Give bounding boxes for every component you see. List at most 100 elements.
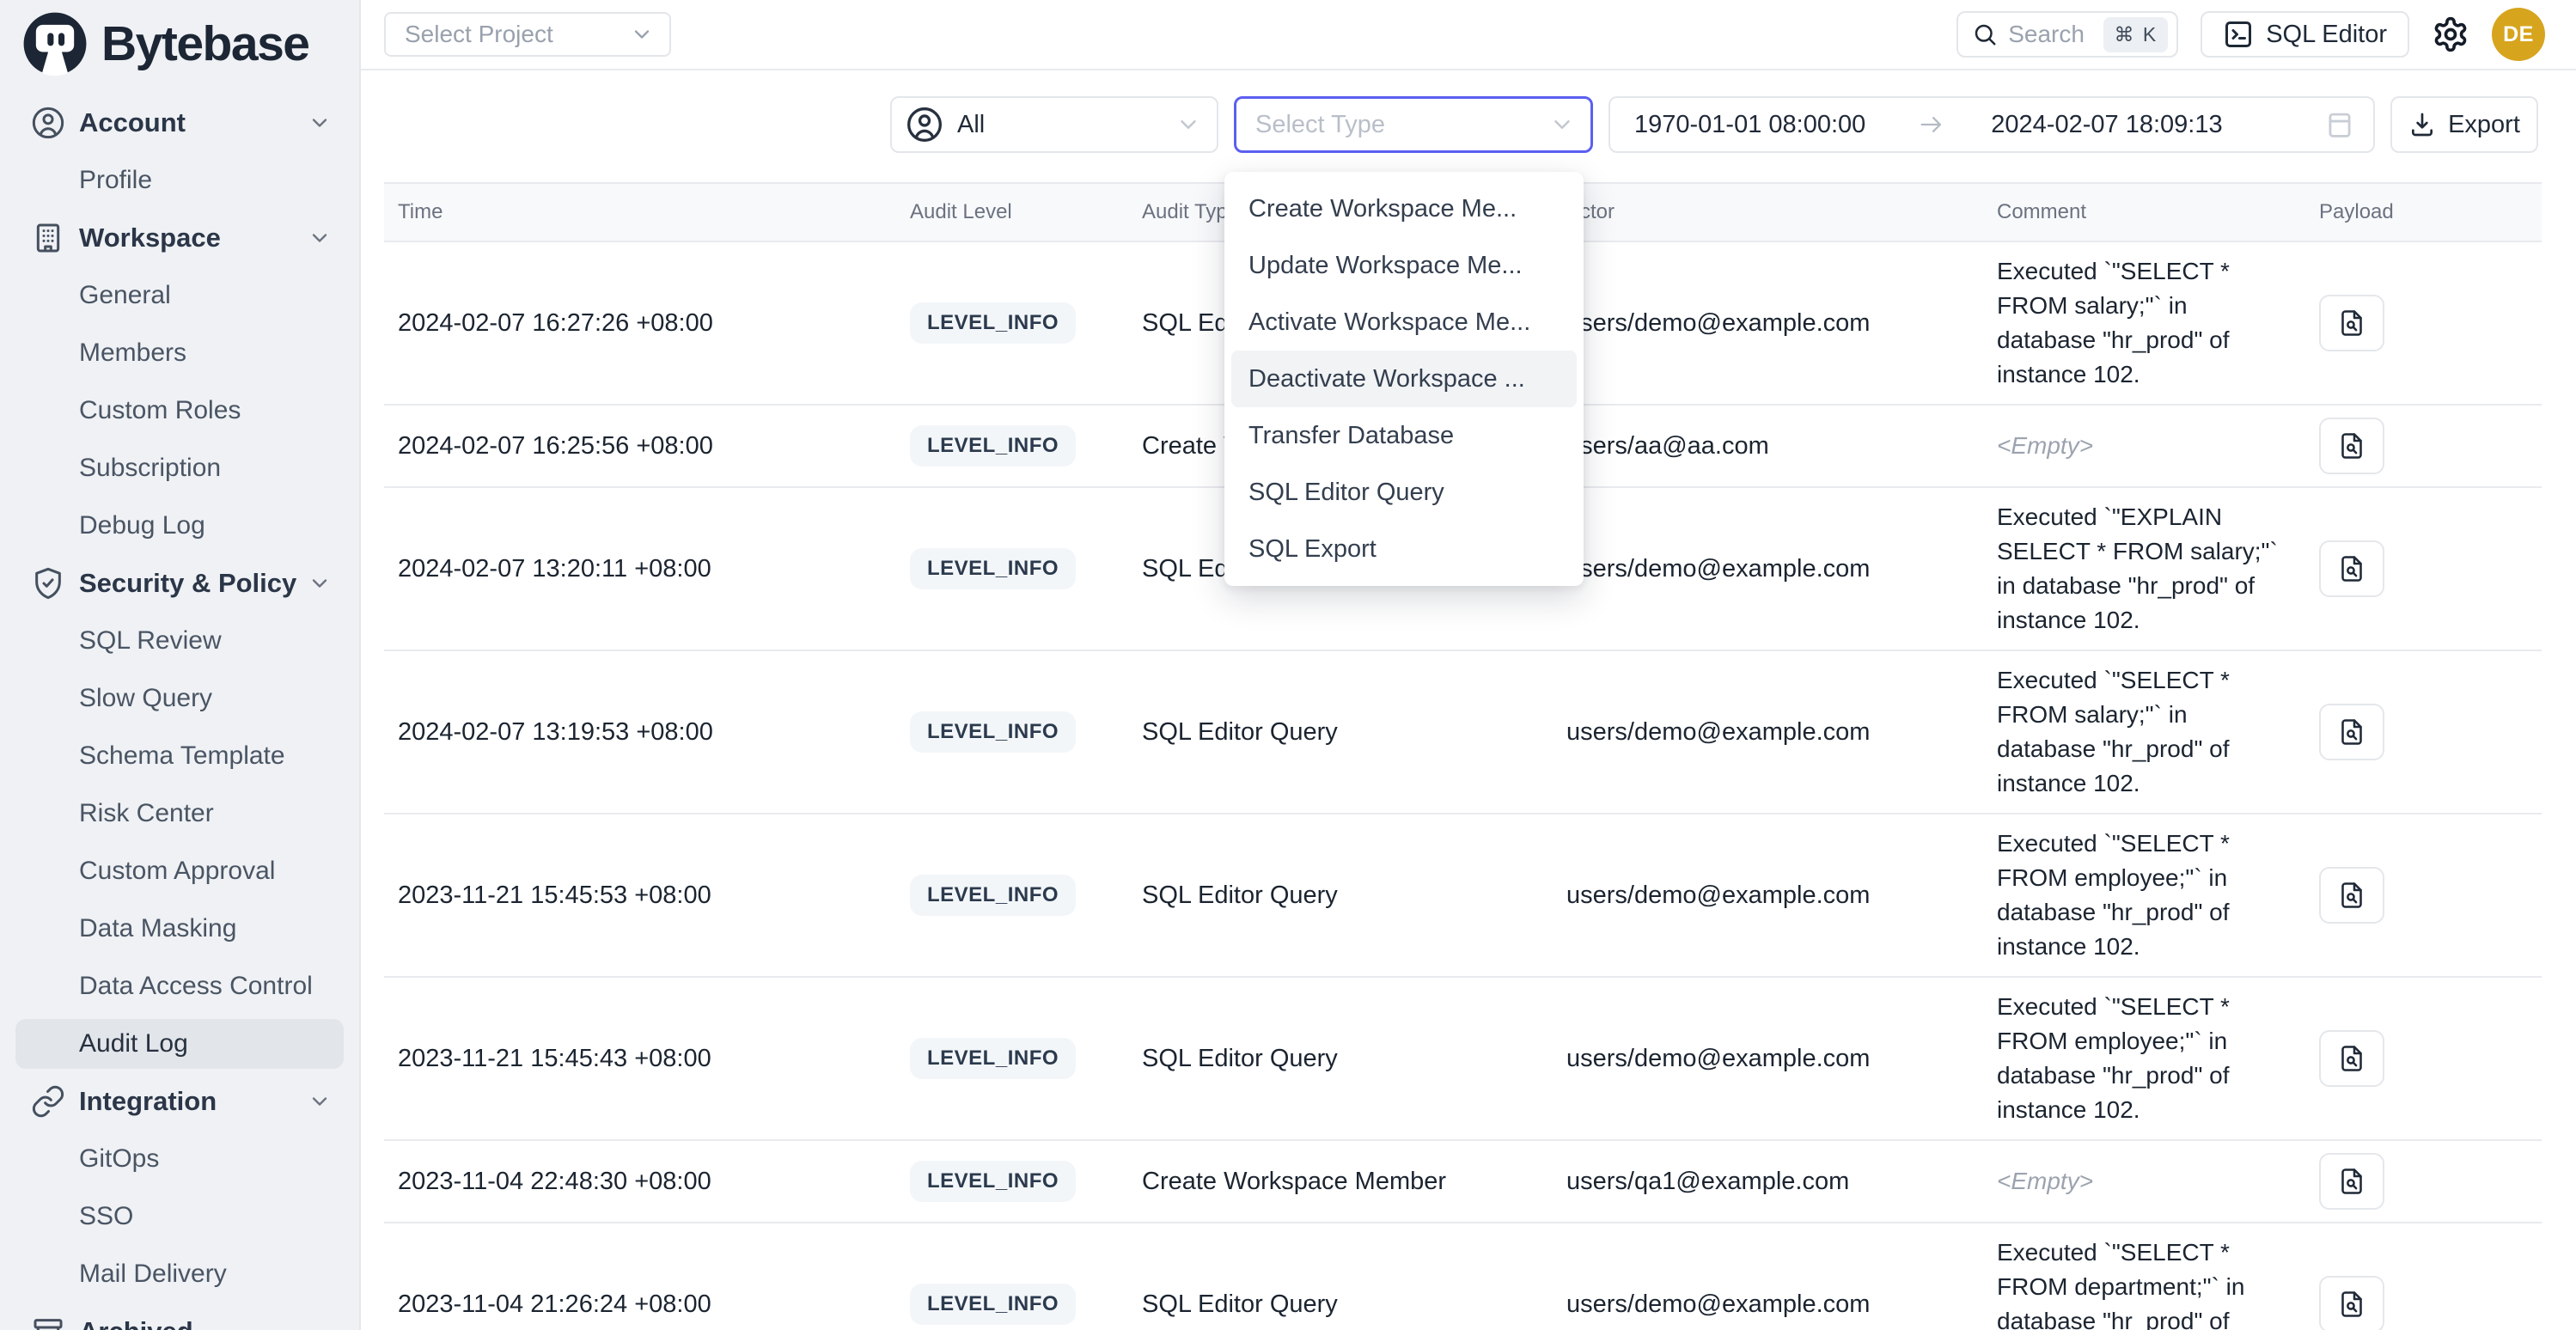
sidebar-item-sso[interactable]: SSO — [15, 1192, 344, 1242]
sidebar-item-risk-center[interactable]: Risk Center — [15, 789, 344, 839]
type-option-create-workspace-me[interactable]: Create Workspace Me... — [1231, 180, 1577, 237]
cell-comment: <Empty> — [1983, 1164, 2305, 1199]
top-bar: Select Project Search ⌘ K SQL Editor DE — [361, 0, 2576, 70]
type-filter-placeholder: Select Type — [1255, 111, 1385, 139]
sidebar-group-label: Integration — [79, 1086, 217, 1117]
sidebar-item-subscription[interactable]: Subscription — [15, 443, 344, 493]
sidebar-item-gitops[interactable]: GitOps — [15, 1134, 344, 1184]
sidebar-item-sql-review[interactable]: SQL Review — [15, 616, 344, 666]
cell-audit-level: LEVEL_INFO — [896, 875, 1128, 916]
sidebar-item-label: Data Masking — [79, 914, 236, 943]
avatar[interactable]: DE — [2492, 8, 2545, 61]
view-payload-button[interactable] — [2319, 418, 2384, 474]
sidebar-item-label: Data Access Control — [79, 972, 313, 1001]
view-payload-button[interactable] — [2319, 1276, 2384, 1330]
sidebar-item-schema-template[interactable]: Schema Template — [15, 731, 344, 781]
audit-level-badge: LEVEL_INFO — [910, 711, 1076, 753]
type-option-transfer-database[interactable]: Transfer Database — [1231, 407, 1577, 464]
sidebar-item-data-access-control[interactable]: Data Access Control — [15, 961, 344, 1011]
table-row: 2024-02-07 13:19:53 +08:00 LEVEL_INFO SQL … — [384, 651, 2542, 814]
cell-audit-level: LEVEL_INFO — [896, 1284, 1128, 1325]
view-payload-button[interactable] — [2319, 295, 2384, 351]
export-button[interactable]: Export — [2390, 96, 2538, 153]
sidebar-item-label: Debug Log — [79, 511, 205, 540]
sidebar-item-general[interactable]: General — [15, 271, 344, 320]
view-payload-button[interactable] — [2319, 540, 2384, 597]
sidebar-item-data-masking[interactable]: Data Masking — [15, 904, 344, 954]
cell-audit-level: LEVEL_INFO — [896, 711, 1128, 753]
cell-time: 2024-02-07 13:20:11 +08:00 — [384, 555, 896, 583]
cell-payload — [2305, 418, 2542, 474]
cell-comment: Executed `"SELECT * FROM employee;"` in … — [1983, 990, 2305, 1127]
sidebar-item-custom-approval[interactable]: Custom Approval — [15, 846, 344, 896]
sidebar-group-archived[interactable]: Archived — [15, 1307, 344, 1330]
type-option-activate-workspace-me[interactable]: Activate Workspace Me... — [1231, 294, 1577, 351]
column-header-actor: Actor — [1553, 200, 1983, 224]
brand-logo[interactable]: Bytebase — [0, 0, 359, 86]
cell-time: 2024-02-07 13:19:53 +08:00 — [384, 718, 896, 747]
sidebar-item-profile[interactable]: Profile — [15, 156, 344, 205]
sidebar-item-mail-delivery[interactable]: Mail Delivery — [15, 1249, 344, 1299]
sql-editor-button[interactable]: SQL Editor — [2201, 11, 2409, 58]
cell-time: 2023-11-04 22:48:30 +08:00 — [384, 1168, 896, 1196]
column-header-audit-level: Audit Level — [896, 200, 1128, 224]
cell-audit-type: SQL Editor Query — [1128, 1045, 1553, 1073]
sidebar-item-members[interactable]: Members — [15, 328, 344, 378]
cell-payload — [2305, 540, 2542, 597]
search-icon — [1972, 21, 1998, 47]
export-label: Export — [2448, 111, 2520, 139]
type-option-sql-export[interactable]: SQL Export — [1231, 521, 1577, 577]
date-range-picker[interactable]: 1970-01-01 08:00:00 2024-02-07 18:09:13 — [1608, 96, 2375, 153]
cell-actor: users/qa1@example.com — [1553, 1168, 1983, 1196]
file-search-icon — [2336, 1289, 2367, 1320]
sidebar-item-label: Custom Approval — [79, 857, 275, 886]
sidebar-group-label: Account — [79, 107, 186, 138]
sidebar-item-slow-query[interactable]: Slow Query — [15, 674, 344, 723]
sidebar-group-security-policy[interactable]: Security & Policy — [15, 558, 344, 608]
gear-icon[interactable] — [2432, 15, 2469, 53]
cell-audit-type: SQL Editor Query — [1128, 1290, 1553, 1319]
chevron-down-icon — [1175, 112, 1201, 137]
link-icon — [31, 1084, 65, 1119]
cell-payload — [2305, 1030, 2542, 1087]
view-payload-button[interactable] — [2319, 867, 2384, 924]
sidebar-group-integration[interactable]: Integration — [15, 1077, 344, 1126]
file-search-icon — [2336, 430, 2367, 461]
actor-filter-select[interactable]: All — [890, 96, 1218, 153]
view-payload-button[interactable] — [2319, 1030, 2384, 1087]
chevron-down-icon — [630, 22, 654, 46]
audit-level-badge: LEVEL_INFO — [910, 1284, 1076, 1325]
type-option-deactivate-workspace[interactable]: Deactivate Workspace ... — [1231, 351, 1577, 407]
cell-payload — [2305, 295, 2542, 351]
view-payload-button[interactable] — [2319, 704, 2384, 760]
actor-filter-value: All — [957, 111, 985, 139]
sidebar-item-label: SQL Review — [79, 626, 222, 656]
arrow-right-icon — [1917, 110, 1946, 139]
sidebar-item-audit-log[interactable]: Audit Log — [15, 1019, 344, 1069]
view-payload-button[interactable] — [2319, 1153, 2384, 1210]
sidebar-item-label: Profile — [79, 166, 152, 195]
sidebar-group-workspace[interactable]: Workspace — [15, 213, 344, 263]
sidebar-item-custom-roles[interactable]: Custom Roles — [15, 386, 344, 436]
search-input[interactable]: Search ⌘ K — [1956, 11, 2178, 58]
file-search-icon — [2336, 1043, 2367, 1074]
type-option-sql-editor-query[interactable]: SQL Editor Query — [1231, 464, 1577, 521]
sidebar-item-label: Slow Query — [79, 684, 212, 713]
sidebar-item-debug-log[interactable]: Debug Log — [15, 501, 344, 551]
cell-audit-type: SQL Editor Query — [1128, 718, 1553, 747]
file-search-icon — [2336, 1166, 2367, 1197]
cell-audit-type: Create Workspace Member — [1128, 1168, 1553, 1196]
sidebar-group-account[interactable]: Account — [15, 98, 344, 148]
cell-actor: users/demo@example.com — [1553, 309, 1983, 338]
chevron-down-icon — [1549, 112, 1575, 137]
cell-audit-type: SQL Editor Query — [1128, 882, 1553, 910]
type-filter-select[interactable]: Select Type — [1234, 96, 1593, 153]
cell-audit-level: LEVEL_INFO — [896, 1161, 1128, 1202]
cell-actor: users/demo@example.com — [1553, 1290, 1983, 1319]
calendar-icon — [2323, 108, 2356, 141]
file-search-icon — [2336, 308, 2367, 339]
cell-payload — [2305, 1276, 2542, 1330]
date-range-to: 2024-02-07 18:09:13 — [1991, 111, 2222, 139]
project-select[interactable]: Select Project — [384, 12, 671, 57]
type-option-update-workspace-me[interactable]: Update Workspace Me... — [1231, 237, 1577, 294]
